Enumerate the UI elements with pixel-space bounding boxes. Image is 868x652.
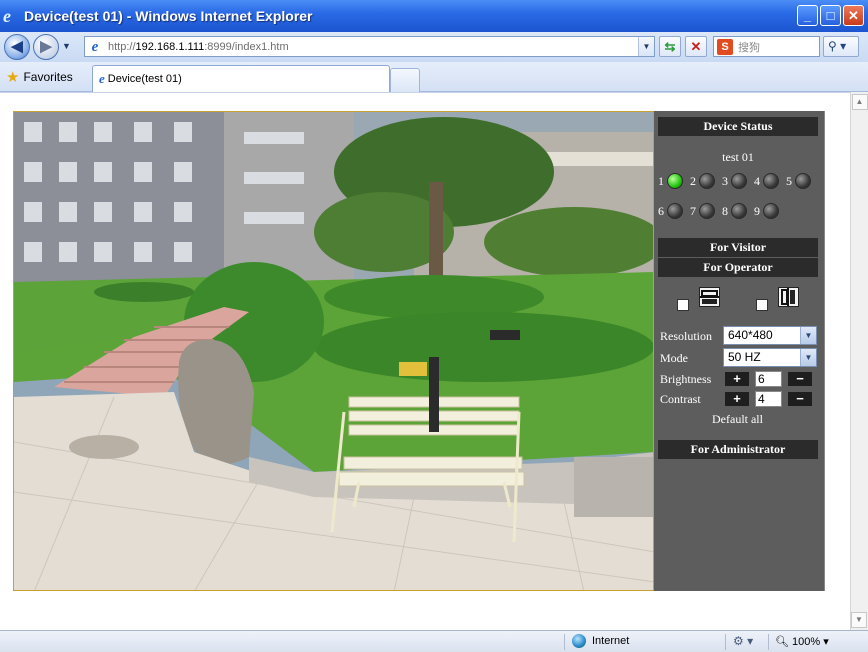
search-box[interactable]: S 搜狗: [713, 36, 820, 57]
flip-checkbox[interactable]: [677, 299, 689, 311]
status-led-8: 8: [722, 203, 747, 219]
tab-title: Device(test 01): [107, 73, 182, 85]
maximize-button[interactable]: □: [820, 5, 841, 26]
address-dropdown-icon[interactable]: ▼: [638, 37, 654, 56]
minimize-button[interactable]: _: [797, 5, 818, 26]
led-off-icon: [731, 173, 747, 189]
brightness-label: Brightness: [660, 372, 712, 386]
contrast-value: 4: [755, 391, 782, 407]
search-provider-icon: S: [717, 38, 733, 55]
led-off-icon: [667, 203, 683, 219]
window-title: Device(test 01) - Windows Internet Explo…: [24, 8, 313, 24]
tab-device[interactable]: e Device(test 01): [92, 65, 390, 92]
chevron-down-icon: ▼: [800, 327, 816, 344]
for-operator-header[interactable]: For Operator: [658, 258, 818, 277]
zoom-value: 100%: [792, 636, 821, 648]
page-icon: e: [99, 71, 105, 86]
status-led-9: 9: [754, 203, 779, 219]
zoom-level[interactable]: 🔍︎ 100% ▾: [775, 635, 829, 648]
history-dropdown-icon[interactable]: ▼: [62, 41, 71, 51]
forward-button[interactable]: ▶: [33, 34, 59, 60]
for-administrator-header[interactable]: For Administrator: [658, 440, 818, 459]
stop-button[interactable]: ✕: [685, 36, 707, 57]
chevron-down-icon: ▼: [800, 349, 816, 366]
brightness-plus-button[interactable]: +: [725, 372, 749, 386]
contrast-minus-button[interactable]: −: [788, 392, 812, 406]
status-led-6: 6: [658, 203, 683, 219]
control-panel: Device Status test 01 1 2 3 4 5 6 7 8 9 …: [654, 111, 825, 591]
zone-label: Internet: [592, 635, 630, 647]
contrast-plus-button[interactable]: +: [725, 392, 749, 406]
device-status-header: Device Status: [658, 117, 818, 136]
security-zone: Internet: [572, 634, 629, 648]
contrast-label: Contrast: [660, 392, 701, 406]
favorites-bar: ★ Favorites e Device(test 01): [0, 62, 868, 92]
status-led-3: 3: [722, 173, 747, 189]
address-bar[interactable]: e http://192.168.1.111:8999/index1.htm ▼: [84, 36, 655, 57]
camera-image: [14, 112, 653, 590]
protected-mode-icon[interactable]: ⚙ ▾: [733, 634, 753, 648]
page-icon: e: [91, 38, 99, 55]
mode-label: Mode: [660, 351, 688, 365]
ie-logo-icon: e: [3, 6, 11, 26]
led-off-icon: [731, 203, 747, 219]
status-separator: [725, 634, 726, 650]
flip-vertical-icon: [699, 287, 720, 307]
favorites-label: Favorites: [23, 70, 73, 84]
globe-icon: [572, 634, 586, 648]
close-button[interactable]: ✕: [843, 5, 864, 26]
status-separator: [768, 634, 769, 650]
navigation-bar: ◀ ▶ ▼ e http://192.168.1.111:8999/index1…: [0, 32, 868, 62]
brightness-value: 6: [755, 371, 782, 387]
new-tab-button[interactable]: [390, 68, 420, 92]
search-button[interactable]: ⚲ ▾: [823, 36, 859, 57]
led-off-icon: [699, 173, 715, 189]
refresh-button[interactable]: ⇆: [659, 36, 681, 57]
back-button[interactable]: ◀: [4, 34, 30, 60]
resolution-label: Resolution: [660, 329, 713, 343]
chevron-down-icon: ▾: [823, 636, 829, 648]
scroll-down-icon[interactable]: ▼: [851, 612, 867, 628]
led-off-icon: [699, 203, 715, 219]
led-off-icon: [795, 173, 811, 189]
status-led-1: 1: [658, 173, 683, 189]
vertical-scrollbar[interactable]: ▲ ▼: [850, 92, 868, 630]
status-led-2: 2: [690, 173, 715, 189]
window-controls: _ □ ✕: [797, 5, 864, 26]
led-off-icon: [763, 173, 779, 189]
led-off-icon: [763, 203, 779, 219]
resolution-select[interactable]: 640*480 ▼: [723, 326, 817, 345]
status-led-4: 4: [754, 173, 779, 189]
scroll-up-icon[interactable]: ▲: [851, 94, 868, 110]
zoom-icon: 🔍︎: [775, 636, 789, 648]
camera-video-feed[interactable]: [13, 111, 654, 591]
address-url[interactable]: http://192.168.1.111:8999/index1.htm: [108, 41, 289, 53]
title-bar: e Device(test 01) - Windows Internet Exp…: [0, 0, 868, 32]
status-separator: [564, 634, 565, 650]
star-icon: ★: [6, 69, 20, 86]
mirror-checkbox[interactable]: [756, 299, 768, 311]
brightness-minus-button[interactable]: −: [788, 372, 812, 386]
status-led-7: 7: [690, 203, 715, 219]
device-name: test 01: [722, 150, 754, 164]
for-visitor-header[interactable]: For Visitor: [658, 238, 818, 257]
default-all-link[interactable]: Default all: [712, 412, 763, 427]
favorites-button[interactable]: ★ Favorites: [6, 68, 73, 86]
status-led-5: 5: [786, 173, 811, 189]
flip-horizontal-icon: [778, 287, 799, 307]
search-input[interactable]: 搜狗: [738, 39, 760, 55]
mode-select[interactable]: 50 HZ ▼: [723, 348, 817, 367]
status-bar: Internet ⚙ ▾ 🔍︎ 100% ▾: [0, 630, 868, 652]
led-on-icon: [667, 173, 683, 189]
